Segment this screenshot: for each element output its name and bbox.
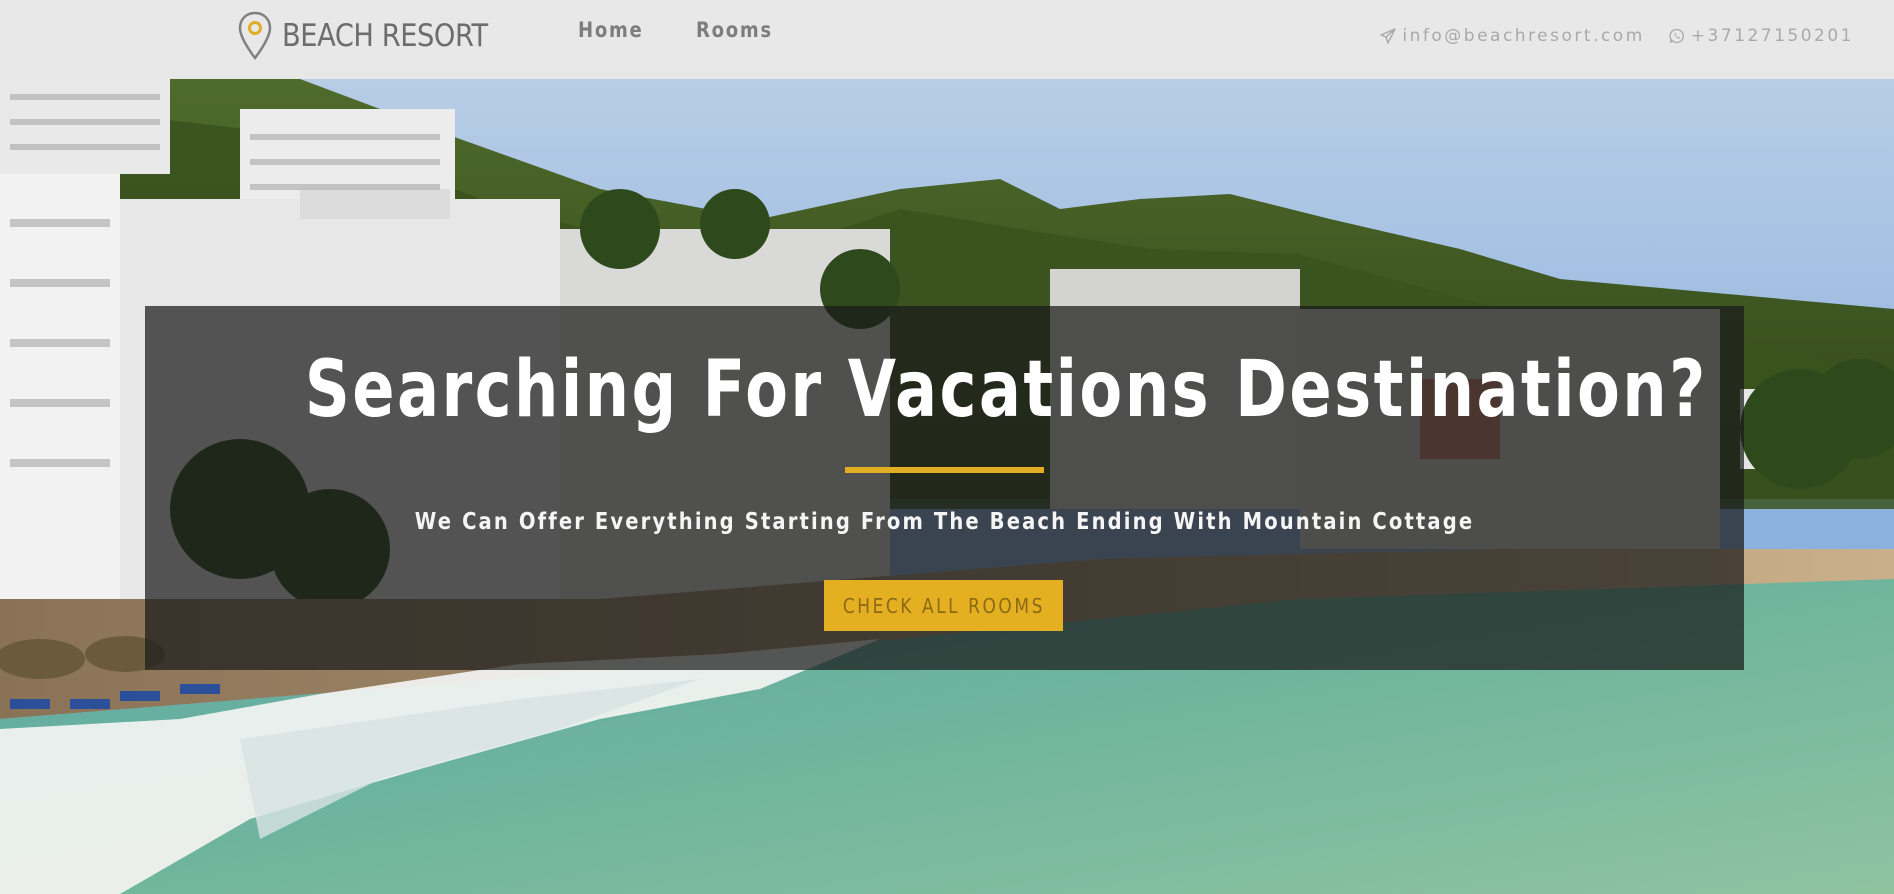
email-text: info@beachresort.com bbox=[1402, 26, 1645, 46]
hero-section: Searching For Vacations Destination? We … bbox=[0, 79, 1894, 894]
map-pin-icon bbox=[238, 11, 272, 61]
whatsapp-icon bbox=[1669, 28, 1684, 44]
nav-rooms-link[interactable]: Rooms bbox=[696, 18, 773, 42]
phone-text: +37127150201 bbox=[1690, 26, 1854, 46]
hero-banner: Searching For Vacations Destination? We … bbox=[145, 306, 1744, 670]
navbar: BEACH RESORT Home Rooms info@beachresort… bbox=[0, 0, 1894, 79]
main-nav: Home Rooms bbox=[578, 18, 786, 42]
brand-logo-link[interactable]: BEACH RESORT bbox=[238, 10, 516, 62]
phone-link[interactable]: +37127150201 bbox=[1669, 26, 1854, 46]
page: BEACH RESORT Home Rooms info@beachresort… bbox=[0, 0, 1894, 894]
hero-title: Searching For Vacations Destination? bbox=[304, 345, 1708, 435]
contact-info: info@beachresort.com +37127150201 bbox=[1380, 26, 1854, 46]
brand-name: BEACH RESORT bbox=[282, 18, 488, 54]
check-all-rooms-button[interactable]: Check All Rooms bbox=[824, 580, 1063, 631]
paper-plane-icon bbox=[1380, 28, 1397, 44]
nav-home-link[interactable]: Home bbox=[578, 18, 643, 42]
email-link[interactable]: info@beachresort.com bbox=[1380, 26, 1644, 46]
hero-subtitle: We Can Offer Everything Starting From Th… bbox=[414, 509, 1475, 535]
check-all-rooms-label: Check All Rooms bbox=[842, 593, 1045, 618]
hero-divider bbox=[845, 467, 1044, 473]
